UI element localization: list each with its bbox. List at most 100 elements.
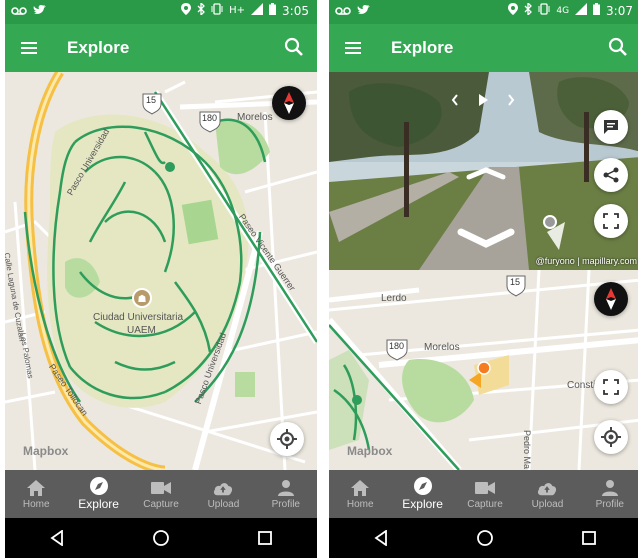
recents-square-icon [258,531,272,545]
comment-icon [604,120,618,134]
street-label-constitucion: Consti [567,380,596,391]
search-icon[interactable] [607,36,629,58]
recents-square-icon [582,531,596,545]
status-bar: H+ 3:05 [5,0,317,24]
home-button[interactable] [470,523,500,553]
nav-label: Profile [595,498,624,510]
nav-label: Upload [531,498,564,510]
expand-map-button[interactable] [594,370,628,404]
app-bar: Explore [329,24,638,72]
signal-icon [575,3,588,18]
location-icon [181,3,192,18]
bottom-navigation: Home Explore Capture Upload Profile [329,470,638,518]
back-button[interactable] [366,523,396,553]
nav-explore[interactable]: Explore [391,470,453,518]
street-label-morelos: Morelos [237,112,273,123]
nav-profile[interactable]: Profile [255,470,317,518]
mapbox-logo: Mapbox [347,444,393,458]
route-shield-180-label: 180 [389,341,405,351]
nav-label: Home [22,498,50,510]
status-bar: 4G 3:07 [329,0,638,24]
video-camera-icon [475,479,496,497]
compass-button[interactable] [594,282,628,316]
share-button[interactable] [594,158,628,192]
route-shield-15-label: 15 [146,95,157,105]
nav-capture[interactable]: Capture [130,470,192,518]
menu-icon[interactable] [19,38,39,58]
nav-label: Home [346,498,374,510]
location-icon [508,3,519,18]
place-label-ciudad-universitaria: Ciudad Universitaria [93,312,184,323]
system-navigation-bar [5,518,317,558]
nav-label: Explore [78,497,119,511]
recents-button[interactable] [574,523,604,553]
nav-label: Explore [402,497,443,511]
nav-label: Capture [143,498,179,510]
vibrate-icon [538,3,550,18]
explore-icon [413,477,433,495]
nav-label: Profile [271,498,300,510]
explore-icon [89,477,109,495]
locate-me-button[interactable] [594,420,628,454]
vibrate-icon [211,3,223,18]
nav-label: Upload [207,498,240,510]
bluetooth-icon [197,1,206,18]
page-title: Explore [391,38,454,57]
crosshair-icon [601,427,621,447]
image-attribution: @furyono | mapillary.com [535,256,637,266]
route-shield-15-label: 15 [510,277,521,287]
phone-screen-right: 4G 3:07 Explore @furyono | mapillary.com… [329,0,638,558]
voicemail-icon [335,5,351,19]
back-button[interactable] [42,523,72,553]
twitter-icon [357,4,371,19]
fullscreen-icon [603,379,619,395]
battery-icon [593,3,601,18]
svg-text:☗: ☗ [138,294,147,305]
nav-explore[interactable]: Explore [67,470,129,518]
comment-button[interactable] [594,110,628,144]
street-label-pedro: Pedro Ma [522,430,532,470]
nav-upload[interactable]: Upload [516,470,578,518]
nav-upload[interactable]: Upload [192,470,254,518]
place-label-unam: UAEM [127,325,156,336]
route-shield-180-label: 180 [202,113,218,123]
signal-icon [251,3,264,18]
nav-home[interactable]: Home [329,470,391,518]
nav-home[interactable]: Home [5,470,67,518]
home-circle-icon [477,530,493,546]
compass-button[interactable] [272,86,306,120]
menu-icon[interactable] [343,38,363,58]
bottom-navigation: Home Explore Capture Upload Profile [5,470,317,518]
cloud-upload-icon [537,479,557,497]
twitter-icon [33,4,47,19]
compass-icon [284,92,294,114]
explore-map-detail[interactable]: 15 180 Lerdo Morelos Consti Pedro Ma Map… [329,270,638,470]
share-icon [603,167,619,183]
page-title: Explore [67,38,130,57]
nav-capture[interactable]: Capture [454,470,516,518]
status-time: 3:07 [606,3,633,18]
search-icon[interactable] [283,36,305,58]
street-label-morelos: Morelos [424,342,460,353]
voicemail-icon [11,5,27,19]
network-type: H+ [229,5,246,16]
fullscreen-button[interactable] [594,204,628,238]
compass-icon [606,288,616,310]
explore-map[interactable]: ☗ 15 180 Morelos Pasco Universidad Paseo… [5,72,317,470]
locate-me-button[interactable] [270,422,304,456]
status-time: 3:05 [282,3,309,18]
crosshair-icon [277,429,297,449]
person-icon [600,479,620,497]
home-icon [350,479,370,497]
street-label-lerdo: Lerdo [381,293,407,304]
app-bar: Explore [5,24,317,72]
bluetooth-icon [524,1,533,18]
nav-profile[interactable]: Profile [579,470,638,518]
video-camera-icon [151,479,172,497]
street-level-viewer[interactable]: @furyono | mapillary.com [329,72,638,270]
home-button[interactable] [146,523,176,553]
phone-screen-left: H+ 3:05 Explore ☗ 15 180 Morelos Pasco U… [5,0,317,558]
nav-label: Capture [467,498,503,510]
recents-button[interactable] [250,523,280,553]
back-triangle-icon [374,530,387,546]
